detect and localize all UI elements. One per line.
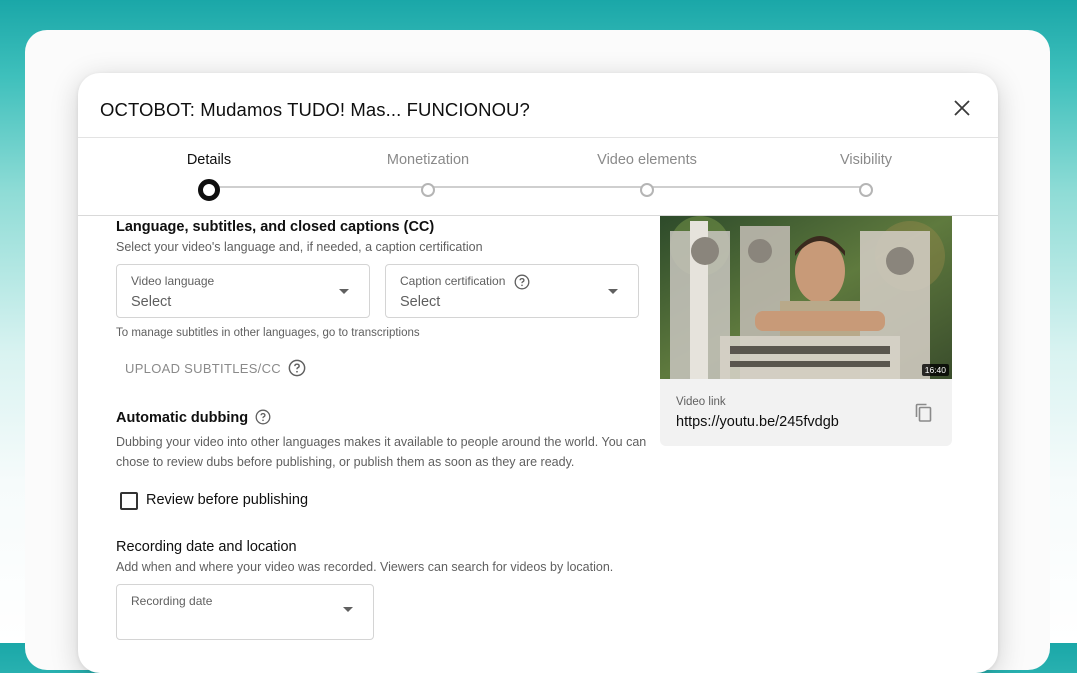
- dropdown-arrow-icon: [343, 607, 353, 612]
- step-label: Details: [186, 152, 232, 168]
- language-section-subtitle: Select your video's language and, if nee…: [116, 240, 483, 254]
- upload-dialog: OCTOBOT: Mudamos TUDO! Mas... FUNCIONOU?…: [78, 73, 998, 673]
- video-thumbnail[interactable]: 16:40: [660, 216, 952, 379]
- language-section-title: Language, subtitles, and closed captions…: [116, 219, 435, 235]
- close-icon: [954, 100, 970, 116]
- field-label: Video language: [131, 274, 215, 288]
- step-dot: [640, 183, 654, 197]
- dubbing-title-text: Automatic dubbing: [116, 410, 249, 426]
- step-label: Visibility: [839, 152, 893, 168]
- caption-certification-select[interactable]: Caption certification Select: [385, 264, 639, 318]
- step-dot: [859, 183, 873, 197]
- field-label: Caption certification: [400, 274, 530, 290]
- review-before-publishing-label: Review before publishing: [146, 492, 309, 508]
- manage-subtitles-note: To manage subtitles in other languages, …: [116, 327, 420, 339]
- help-icon[interactable]: [255, 409, 271, 425]
- field-label: Recording date: [131, 594, 213, 608]
- field-value: Select: [131, 294, 172, 310]
- dialog-header: OCTOBOT: Mudamos TUDO! Mas... FUNCIONOU?: [78, 73, 998, 138]
- dropdown-arrow-icon: [339, 289, 349, 294]
- thumbnail-image: [660, 216, 952, 379]
- video-language-select[interactable]: Video language Select: [116, 264, 370, 318]
- dubbing-section-title: Automatic dubbing: [116, 409, 271, 426]
- recording-section-subtitle: Add when and where your video was record…: [116, 560, 614, 574]
- dialog-title: OCTOBOT: Mudamos TUDO! Mas... FUNCIONOU?: [100, 99, 530, 120]
- recording-date-field[interactable]: Recording date: [116, 584, 374, 640]
- help-icon[interactable]: [514, 274, 530, 290]
- step-label: Monetization: [386, 152, 470, 168]
- video-duration-badge: 16:40: [921, 364, 949, 376]
- review-before-publishing-checkbox[interactable]: [120, 492, 138, 510]
- copy-link-button[interactable]: [914, 402, 934, 424]
- step-label: Video elements: [597, 152, 697, 168]
- video-link-url[interactable]: https://youtu.be/245fvdgb: [676, 414, 839, 430]
- copy-icon: [915, 403, 932, 422]
- help-icon[interactable]: [288, 359, 306, 377]
- close-button[interactable]: [950, 96, 974, 120]
- dubbing-description-line2: chose to review dubs before publishing, …: [116, 455, 575, 469]
- upload-subtitles-button[interactable]: UPLOAD SUBTITLES/CC: [125, 361, 281, 376]
- step-connector: [218, 186, 868, 188]
- field-value: Select: [400, 294, 441, 310]
- step-dot-active: [198, 179, 220, 201]
- field-label-text: Caption certification: [400, 274, 506, 289]
- video-preview-card: 16:40 Video link https://youtu.be/245fvd…: [660, 216, 952, 446]
- progress-stepper: Details Monetization Video elements Visi…: [78, 137, 998, 216]
- dubbing-description-line1: Dubbing your video into other languages …: [116, 435, 647, 449]
- video-link-label: Video link: [676, 396, 726, 408]
- step-dot: [421, 183, 435, 197]
- details-content: Language, subtitles, and closed captions…: [78, 216, 998, 673]
- dropdown-arrow-icon: [608, 289, 618, 294]
- recording-section-title: Recording date and location: [116, 539, 297, 555]
